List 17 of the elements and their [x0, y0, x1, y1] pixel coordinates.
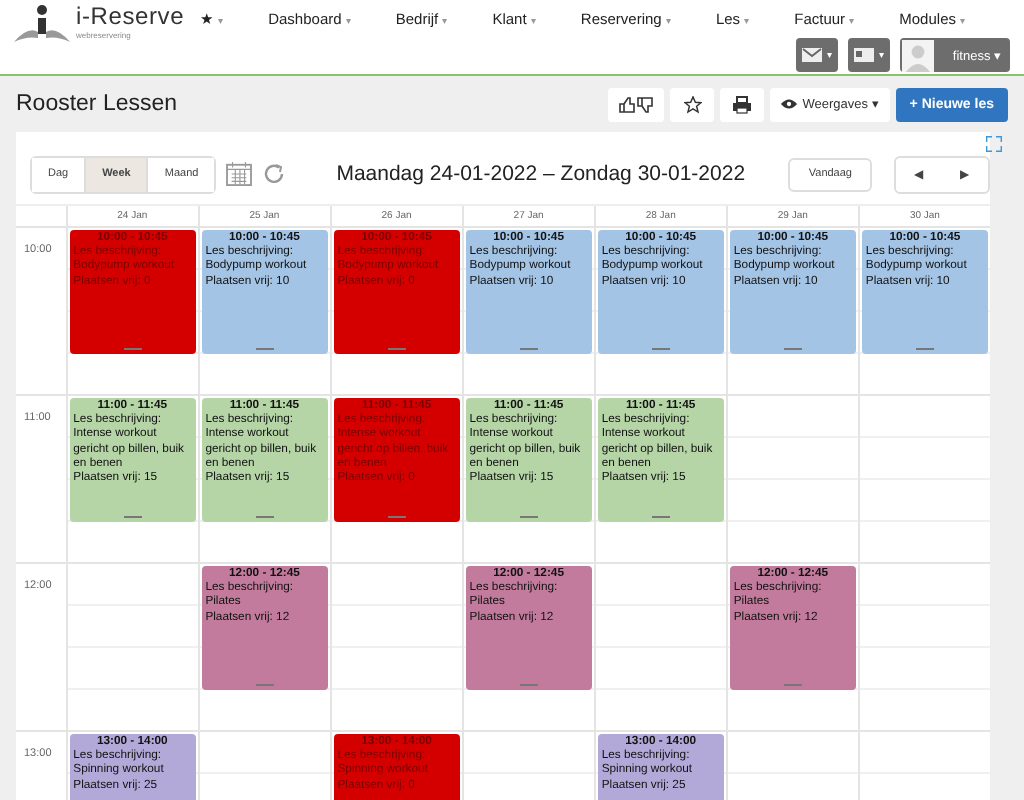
calendar-icon[interactable] — [226, 162, 253, 186]
refresh-icon[interactable] — [262, 162, 287, 186]
eye-icon — [780, 98, 799, 110]
print-icon — [732, 95, 753, 113]
feedback-button[interactable] — [608, 87, 665, 121]
expand-icon[interactable] — [986, 136, 1002, 152]
thumbs-icon — [618, 95, 655, 113]
print-button[interactable] — [720, 87, 765, 121]
brand-name: i-Reserve — [76, 4, 185, 30]
favorite-button[interactable] — [670, 87, 715, 121]
id-card-icon — [854, 48, 875, 62]
envelope-icon — [802, 48, 823, 62]
page-title: Rooster Lessen — [16, 92, 178, 116]
logo-icon — [12, 4, 72, 48]
date-range: Maandag 24-01-2022 – Zondag 30-01-2022 — [336, 162, 748, 186]
avatar-icon — [902, 39, 935, 71]
star-icon — [683, 95, 702, 113]
